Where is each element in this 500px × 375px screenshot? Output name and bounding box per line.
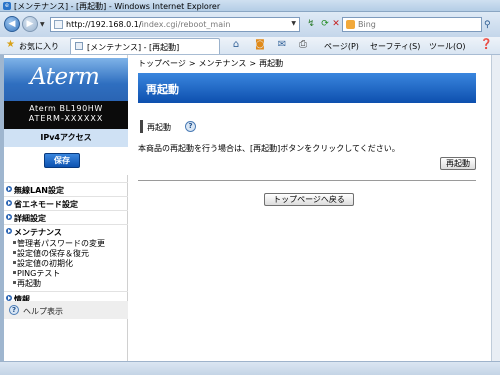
main-content: トップページ > メンテナンス > 再起動 再起動 再起動 ? 本商品の再起動を行う場合… (134, 55, 489, 361)
window-title: [メンテナンス] - [再起動] - Windows Internet Expl… (14, 2, 221, 11)
help-icon: ? (9, 305, 19, 315)
submenu-item-backup[interactable]: 設定値の保存＆復元 (4, 248, 128, 258)
ie-icon: e (3, 2, 11, 10)
safety-menu[interactable]: セーフティ(S) (370, 41, 420, 52)
page-menu[interactable]: ページ(P) (324, 41, 359, 52)
arrow-bullet-icon (6, 214, 12, 220)
help-menu-icon[interactable]: ❓ (480, 39, 492, 51)
url-text: http://192.168.0.1/index.cgi/reboot_main (66, 20, 231, 29)
model-info: Aterm BL190HW ATERM-XXXXXX (4, 101, 128, 129)
page-icon (54, 20, 63, 29)
home-icon[interactable]: ⌂ (230, 39, 242, 51)
ipv4-access-label: IPv4アクセス (4, 129, 128, 147)
arrow-bullet-icon (6, 200, 12, 206)
submenu-item-password[interactable]: 管理者パスワードの変更 (4, 238, 128, 248)
page-viewport: Aterm Aterm BL190HW ATERM-XXXXXX IPv4アクセ… (4, 55, 491, 361)
description-text: 本商品の再起動を行う場合は、[再起動]ボタンをクリックしてください。 (138, 144, 400, 153)
tab-page-icon (75, 42, 83, 50)
address-toolbar: ◀ ▶ ▼ http://192.168.0.1/index.cgi/reboo… (0, 12, 500, 37)
submenu-item-ping[interactable]: PINGテスト (4, 268, 128, 278)
status-bar (0, 361, 500, 375)
section-marker (140, 120, 143, 133)
submenu-item-reboot[interactable]: 再起動 (4, 278, 128, 288)
favorites-star-icon[interactable]: ★ (6, 39, 15, 50)
tab-label: [メンテナンス] - [再起動] (87, 43, 180, 52)
search-input[interactable] (358, 19, 468, 30)
tools-menu[interactable]: ツール(O) (429, 41, 466, 52)
submenu-item-reset[interactable]: 設定値の初期化 (4, 258, 128, 268)
forward-button[interactable]: ▶ (22, 16, 38, 32)
search-box[interactable] (342, 17, 482, 32)
submenu-dot-icon (13, 261, 16, 264)
search-icon[interactable]: ⚲ (484, 19, 496, 31)
model-name: Aterm BL190HW (29, 104, 103, 113)
save-button[interactable]: 保存 (44, 153, 80, 168)
aterm-logo: Aterm (30, 64, 100, 90)
arrow-bullet-icon (6, 186, 12, 192)
menu-item-maintenance[interactable]: メンテナンス (4, 224, 128, 238)
sidebar: Aterm Aterm BL190HW ATERM-XXXXXX IPv4アクセ… (4, 55, 128, 361)
save-area: 保存 (4, 147, 128, 175)
page-title: 再起動 (146, 83, 179, 96)
submenu-dot-icon (13, 271, 16, 274)
section-title: 再起動 (147, 123, 171, 132)
help-link[interactable]: ? ヘルプ表示 (4, 301, 128, 319)
compat-view-icon[interactable]: ↯ (304, 18, 318, 31)
breadcrumb-maintenance[interactable]: メンテナンス (199, 59, 247, 68)
reboot-button[interactable]: 再起動 (440, 157, 476, 170)
print-icon[interactable]: ⎙ (297, 39, 309, 51)
window-titlebar: e [メンテナンス] - [再起動] - Windows Internet Ex… (0, 0, 500, 12)
browser-tab[interactable]: [メンテナンス] - [再起動] (70, 38, 220, 54)
command-bar: ★ お気に入り [メンテナンス] - [再起動] ⌂ ◙ ✉ ⎙ ページ(P) … (0, 37, 500, 55)
submenu-dot-icon (13, 251, 16, 254)
breadcrumb-top[interactable]: トップページ (138, 59, 186, 68)
arrow-bullet-icon (6, 228, 12, 234)
feeds-icon[interactable]: ◙ (254, 39, 266, 51)
submenu-dot-icon (13, 281, 16, 284)
vertical-scrollbar[interactable] (491, 55, 500, 361)
history-dropdown-icon[interactable]: ▼ (40, 21, 46, 28)
stop-icon[interactable]: ✕ (329, 18, 343, 31)
address-dropdown-icon[interactable]: ▼ (291, 20, 296, 27)
back-button[interactable]: ◀ (4, 16, 20, 32)
menu-item-wireless[interactable]: 無線LAN設定 (4, 182, 128, 196)
breadcrumb: トップページ > メンテナンス > 再起動 (138, 59, 284, 68)
submenu-dot-icon (13, 241, 16, 244)
mail-icon[interactable]: ✉ (276, 39, 288, 51)
help-question-icon[interactable]: ? (185, 121, 196, 132)
device-id: ATERM-XXXXXX (28, 114, 104, 123)
divider (138, 180, 476, 181)
menu-item-advanced[interactable]: 詳細設定 (4, 210, 128, 224)
side-menu: 無線LAN設定 省エネモード設定 詳細設定 メンテナンス 管理者パスワードの変更… (4, 182, 128, 305)
favorites-button[interactable]: お気に入り (19, 41, 59, 52)
logo-banner: Aterm (4, 58, 128, 101)
page-header: 再起動 (138, 73, 476, 103)
bing-icon (346, 20, 355, 29)
menu-item-eco-mode[interactable]: 省エネモード設定 (4, 196, 128, 210)
back-to-top-button[interactable]: トップページへ戻る (264, 193, 354, 206)
address-field[interactable]: http://192.168.0.1/index.cgi/reboot_main… (50, 17, 300, 32)
breadcrumb-current: 再起動 (259, 59, 284, 68)
